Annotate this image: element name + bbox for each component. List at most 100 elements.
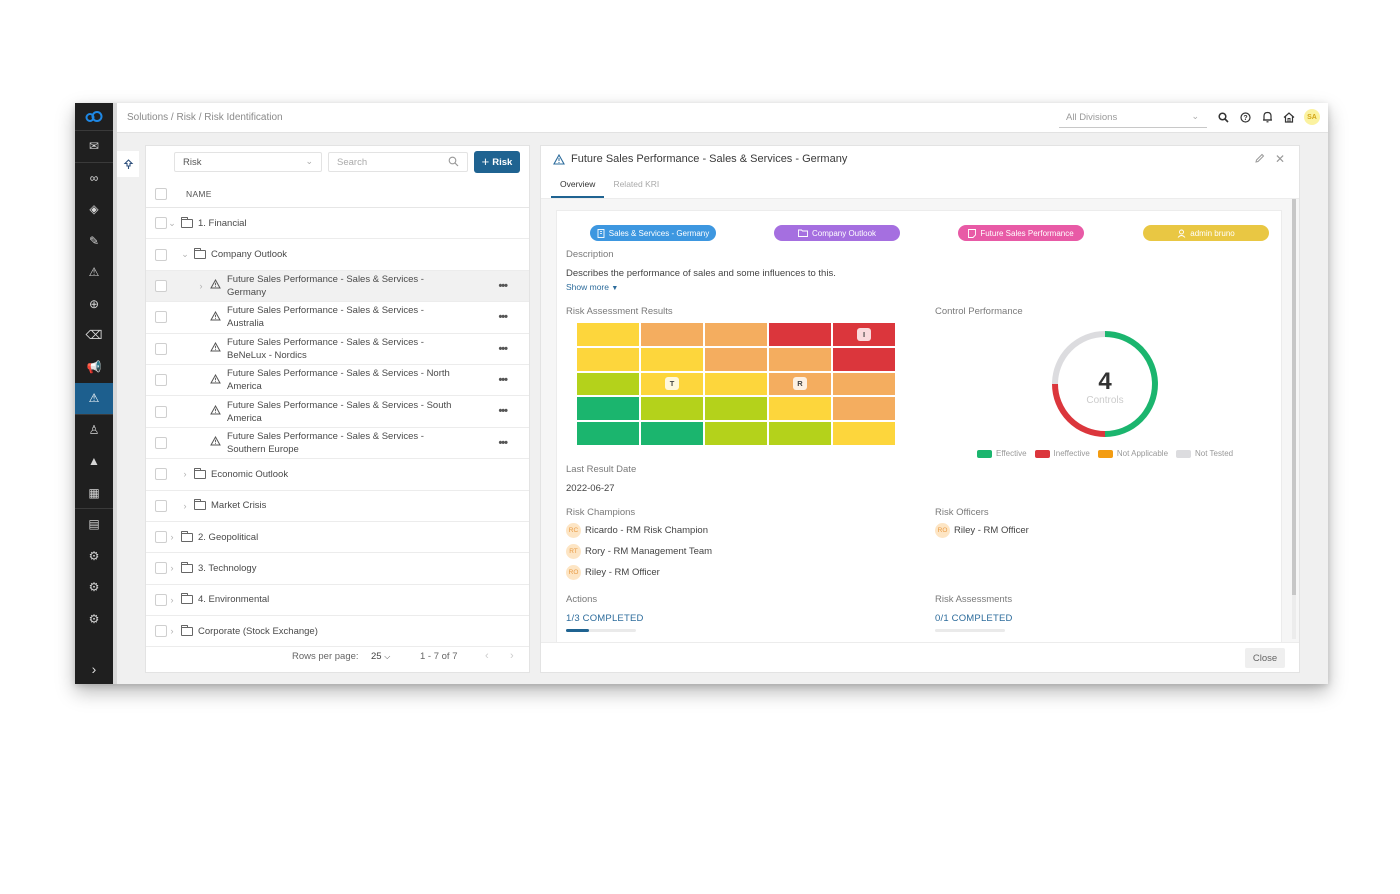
chevron-down-icon[interactable]: ⌄	[167, 218, 177, 229]
rail-item-warning[interactable]: ⚠	[75, 257, 113, 289]
row-checkbox[interactable]	[155, 374, 167, 387]
caret-down-icon: ▼	[611, 285, 619, 292]
row-checkbox[interactable]	[155, 311, 167, 324]
prev-page-button[interactable]: ‹	[485, 650, 489, 662]
tab-related-kri[interactable]: Related KRI	[604, 176, 668, 198]
tab-overview[interactable]: Overview	[551, 176, 605, 198]
edit-icon[interactable]	[1254, 153, 1265, 167]
heatmap-marker[interactable]: T	[665, 377, 679, 391]
row-checkbox[interactable]	[155, 593, 167, 606]
search-icon[interactable]	[1216, 110, 1230, 124]
rail-item-settings[interactable]: ⚙	[75, 541, 113, 573]
folder-row[interactable]: ⌄ 1. Financial	[146, 208, 529, 240]
rail-item-person[interactable]: ♙	[75, 415, 113, 447]
chevron-right-icon[interactable]: ›	[180, 469, 190, 479]
show-more-link[interactable]: Show more ▼	[566, 282, 618, 292]
folder-row[interactable]: › Market Crisis	[146, 491, 529, 522]
risk-row[interactable]: Future Sales Performance - Sales & Servi…	[146, 302, 529, 334]
rail-item-settings[interactable]: ⚙	[75, 572, 113, 604]
chevron-right-icon[interactable]: ›	[167, 595, 177, 605]
risk-row[interactable]: Future Sales Performance - Sales & Servi…	[146, 396, 529, 428]
chip-risk-group[interactable]: Future Sales Performance	[958, 225, 1084, 241]
rail-item-pencil[interactable]: ✎	[75, 226, 113, 258]
risk-row[interactable]: Future Sales Performance - Sales & Servi…	[146, 334, 529, 365]
rail-item-buildings[interactable]: ▦	[75, 478, 113, 509]
chip-division[interactable]: Sales & Services - Germany	[590, 225, 716, 241]
row-checkbox[interactable]	[155, 279, 167, 292]
folder-row[interactable]: › 4. Environmental	[146, 585, 529, 617]
pin-panel-button[interactable]	[117, 151, 139, 177]
chip-owner[interactable]: admin bruno	[1143, 225, 1269, 241]
risk-assessment-label: Risk Assessment Results	[566, 306, 673, 317]
app-logo[interactable]	[75, 103, 113, 131]
risk-row[interactable]: Future Sales Performance - Sales & Servi…	[146, 365, 529, 397]
close-button[interactable]: Close	[1245, 648, 1285, 668]
detail-scrollbar[interactable]	[1292, 199, 1296, 595]
rail-item-building[interactable]: ▤	[75, 509, 113, 541]
row-checkbox[interactable]	[155, 436, 167, 449]
rail-item-globe[interactable]: ⊕	[75, 289, 113, 321]
svg-text:?: ?	[1243, 115, 1247, 122]
more-options-icon[interactable]: •••	[498, 311, 508, 323]
risk-row[interactable]: › Future Sales Performance - Sales & Serv…	[146, 270, 529, 303]
row-checkbox[interactable]	[155, 405, 167, 418]
row-checkbox[interactable]	[155, 562, 167, 575]
legend-item[interactable]: Ineffective	[1034, 449, 1090, 458]
chip-category[interactable]: Company Outlook	[774, 225, 900, 241]
folder-row[interactable]: › Economic Outlook	[146, 459, 529, 491]
folder-row[interactable]: ⌄ Company Outlook	[146, 239, 529, 271]
user-avatar[interactable]: SA	[1304, 109, 1320, 125]
more-options-icon[interactable]: •••	[498, 343, 508, 355]
bell-icon[interactable]	[1260, 110, 1274, 124]
rail-item-infinity[interactable]: ∞	[75, 163, 113, 195]
expand-rail-button[interactable]: ›	[75, 654, 113, 684]
close-icon[interactable]: ✕	[1275, 152, 1285, 166]
heatmap-marker[interactable]: R	[793, 377, 807, 391]
row-checkbox[interactable]	[155, 248, 167, 261]
more-options-icon[interactable]: •••	[498, 437, 508, 449]
search-input[interactable]: Search	[328, 152, 468, 172]
folder-row[interactable]: › 3. Technology	[146, 553, 529, 585]
more-options-icon[interactable]: •••	[498, 280, 508, 292]
rail-item-megaphone[interactable]: 📢	[75, 352, 113, 384]
row-checkbox[interactable]	[155, 217, 167, 230]
row-checkbox[interactable]	[155, 342, 167, 355]
more-options-icon[interactable]: •••	[498, 374, 508, 386]
row-checkbox[interactable]	[155, 499, 167, 512]
legend-item[interactable]: Effective	[977, 449, 1027, 458]
column-header-name[interactable]: NAME	[186, 189, 212, 199]
division-select[interactable]: All Divisions ⌄	[1059, 108, 1207, 128]
help-icon[interactable]: ?	[1238, 110, 1252, 124]
home-icon[interactable]	[1282, 110, 1296, 124]
rail-item-risk[interactable]: ⚠	[75, 383, 113, 415]
actions-progress-link[interactable]: 1/3 COMPLETED	[566, 613, 644, 624]
rail-item-mail[interactable]: ✉	[75, 131, 113, 163]
row-checkbox[interactable]	[155, 468, 167, 481]
legend-item[interactable]: Not Tested	[1176, 449, 1233, 458]
next-page-button[interactable]: ›	[510, 650, 514, 662]
chevron-right-icon[interactable]: ›	[167, 532, 177, 542]
assessments-progress-link[interactable]: 0/1 COMPLETED	[935, 613, 1013, 624]
rail-item-diamond[interactable]: ◈	[75, 194, 113, 226]
rows-per-page-select[interactable]: 25 ⌵	[371, 651, 390, 662]
chevron-right-icon[interactable]: ›	[167, 626, 177, 636]
chevron-down-icon[interactable]: ⌄	[180, 249, 190, 260]
detail-header: Future Sales Performance - Sales & Servi…	[553, 153, 847, 165]
risk-row[interactable]: Future Sales Performance - Sales & Servi…	[146, 428, 529, 460]
heatmap-marker[interactable]: I	[857, 327, 871, 341]
chevron-right-icon[interactable]: ›	[167, 563, 177, 573]
legend-item[interactable]: Not Applicable	[1097, 449, 1168, 458]
rail-item-eraser[interactable]: ⌫	[75, 320, 113, 352]
folder-row[interactable]: › 2. Geopolitical	[146, 522, 529, 554]
rail-item-alert-filled[interactable]: ▲	[75, 446, 113, 478]
select-all-checkbox[interactable]	[155, 187, 167, 200]
chevron-right-icon[interactable]: ›	[196, 281, 206, 291]
donut-segment-effective[interactable]	[1104, 331, 1158, 437]
chevron-right-icon[interactable]: ›	[180, 501, 190, 511]
add-risk-button[interactable]: + Risk	[474, 151, 520, 173]
row-checkbox[interactable]	[155, 531, 167, 544]
more-options-icon[interactable]: •••	[498, 405, 508, 417]
row-checkbox[interactable]	[155, 625, 167, 638]
type-select[interactable]: Risk ⌄	[174, 152, 322, 172]
rail-item-settings[interactable]: ⚙	[75, 604, 113, 636]
